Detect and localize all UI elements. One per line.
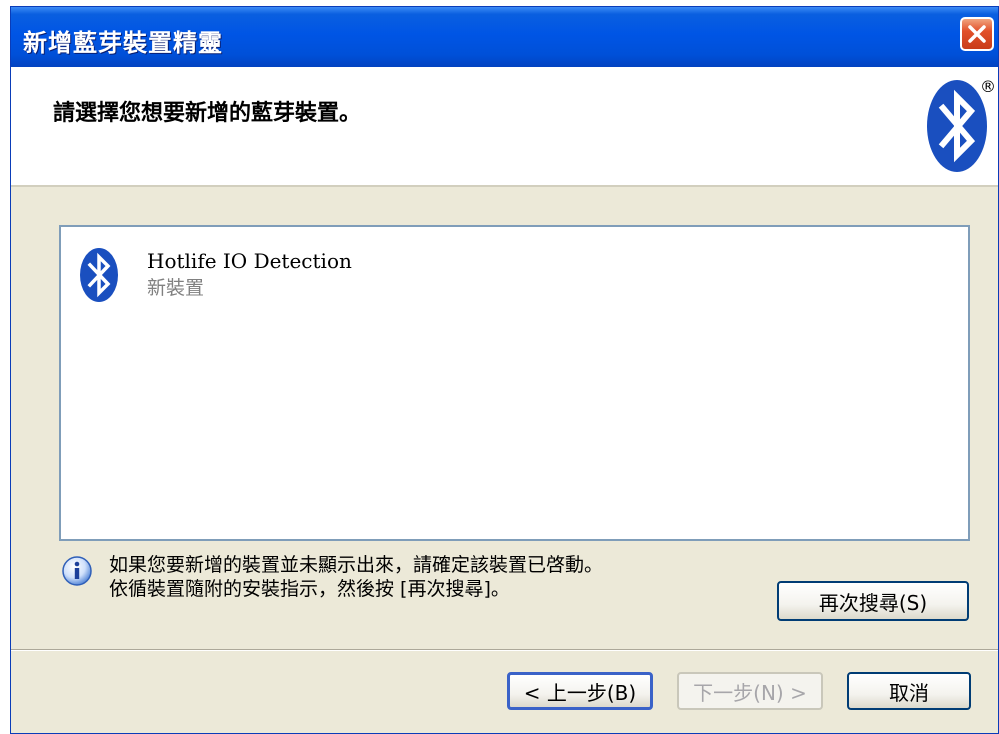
device-status: 新裝置 — [147, 277, 205, 299]
footer-divider — [11, 649, 998, 651]
wizard-window: 新增藍芽裝置精靈 請選擇您想要新增的藍芽裝置。 ® Hotlife IO Det… — [10, 6, 999, 734]
registered-mark: ® — [980, 77, 996, 96]
back-button[interactable]: < 上一步(B) — [507, 672, 653, 710]
close-icon — [968, 25, 986, 43]
page-heading: 請選擇您想要新增的藍芽裝置。 — [53, 101, 362, 126]
info-icon — [62, 556, 92, 586]
info-line-2: 依循裝置隨附的安裝指示，然後按 [再次搜尋]。 — [109, 578, 510, 600]
close-button[interactable] — [960, 17, 994, 51]
info-message: 如果您要新增的裝置並未顯示出來，請確定該裝置已啓動。 依循裝置隨附的安裝指示，然… — [109, 553, 603, 601]
list-item-device[interactable]: Hotlife IO Detection 新裝置 — [75, 241, 475, 311]
window-title: 新增藍芽裝置精靈 — [23, 29, 223, 57]
bluetooth-logo-icon — [927, 80, 987, 172]
title-bar[interactable]: 新增藍芽裝置精靈 — [11, 7, 998, 67]
wizard-header: 請選擇您想要新增的藍芽裝置。 ® — [11, 67, 998, 187]
device-list[interactable]: Hotlife IO Detection 新裝置 — [59, 225, 970, 541]
info-line-1: 如果您要新增的裝置並未顯示出來，請確定該裝置已啓動。 — [109, 554, 604, 576]
cancel-button[interactable]: 取消 — [847, 672, 971, 710]
device-name: Hotlife IO Detection — [147, 249, 352, 273]
search-again-button[interactable]: 再次搜尋(S) — [777, 581, 969, 621]
bluetooth-device-icon — [80, 248, 118, 302]
next-button[interactable]: 下一步(N) > — [677, 672, 823, 710]
